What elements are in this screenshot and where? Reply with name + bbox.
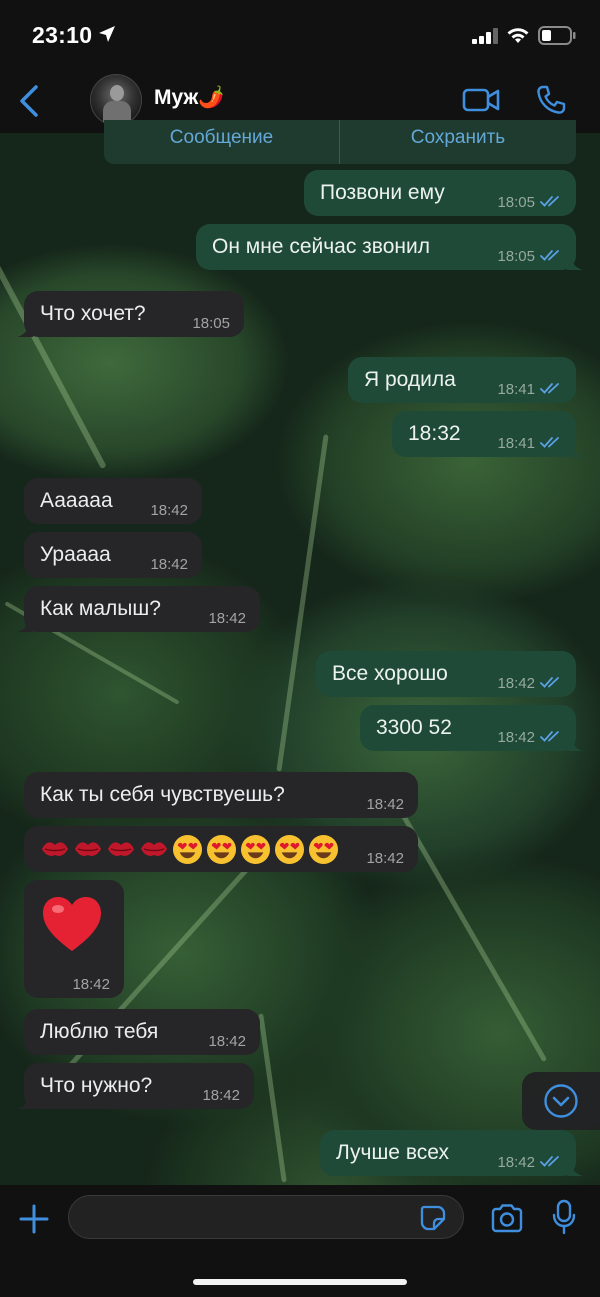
read-ticks-icon [540,250,559,261]
read-ticks-icon [540,1156,559,1167]
bubble-tail [567,441,583,457]
message-time: 18:05 [497,194,535,211]
read-ticks-icon [540,677,559,688]
message-text: Он мне сейчас звонил [212,235,430,258]
heart-eyes-icon [274,834,305,864]
message-time: 18:42 [150,556,188,573]
status-bar: 23:10 [0,0,600,70]
message-text: Что нужно? [40,1074,153,1097]
message-time: 18:05 [497,248,535,265]
message-bubble-incoming[interactable]: Как малыш? 18:42 [17,586,260,632]
kiss-mark-icon [75,842,101,856]
read-ticks-icon [540,437,559,448]
phone-call-icon[interactable] [535,84,567,116]
message-action-banner: Сообщение Сохранить [104,120,576,164]
message-bubble-outgoing[interactable]: Все хорошо 18:42 [316,651,576,697]
back-chevron-icon[interactable] [16,84,42,118]
message-time: 18:42 [497,729,535,746]
contact-name[interactable]: Муж🌶️ [154,86,224,110]
kiss-mark-icon [108,842,134,856]
scroll-down-icon [544,1084,578,1118]
message-time: 18:42 [497,1154,535,1171]
message-text: Лучше всех [336,1141,449,1164]
message-bubble-outgoing[interactable]: Я родила 18:41 [348,357,576,403]
read-ticks-icon [540,731,559,742]
message-time: 18:42 [72,976,110,993]
message-time: 18:42 [208,610,246,627]
wifi-icon [507,28,529,43]
read-ticks-icon [540,196,559,207]
banner-save-button[interactable]: Сохранить [340,120,576,164]
read-ticks-icon [540,383,559,394]
message-time: 18:05 [192,315,230,332]
heart-eyes-icon [172,834,203,864]
message-time: 18:42 [202,1087,240,1104]
message-time: 18:42 [497,675,535,692]
kiss-mark-icon [141,842,167,856]
message-text: Люблю тебя [40,1020,159,1043]
kiss-mark-icon [42,842,68,856]
message-bubble-incoming[interactable]: 18:42 [24,880,124,998]
message-bubble-incoming[interactable]: Что хочет? 18:05 [17,291,244,337]
bubble-tail [567,1160,583,1176]
message-time: 18:42 [366,796,404,813]
message-bubble-outgoing[interactable]: 18:32 18:41 [392,411,583,457]
message-time: 18:41 [497,435,535,452]
message-time: 18:42 [366,850,404,867]
heart-eyes-icon [308,834,339,864]
banner-message-button[interactable]: Сообщение [104,120,340,164]
message-text: Ураааа [40,543,111,566]
message-bubble-incoming[interactable]: Аааааа 18:42 [24,478,202,524]
battery-icon [538,26,576,45]
message-input[interactable] [68,1195,464,1239]
message-text: Все хорошо [332,662,448,685]
red-heart-icon [43,897,101,951]
avatar[interactable] [90,74,142,126]
video-call-icon[interactable] [462,86,500,114]
status-time: 23:10 [32,22,93,48]
bubble-tail [17,1093,33,1109]
message-text: Позвони ему [320,181,445,204]
message-bubble-incoming[interactable]: 18:42 [24,826,418,872]
message-text: Как ты себя чувствуешь? [40,783,285,806]
heart-eyes-icon [240,834,271,864]
bubble-tail [17,616,33,632]
message-text: 18:32 [408,422,461,445]
message-bubble-outgoing[interactable]: 3300 52 18:42 [360,705,583,751]
message-time: 18:42 [208,1033,246,1050]
message-text: Аааааа [40,489,113,512]
message-time: 18:42 [150,502,188,519]
sticker-icon[interactable] [420,1205,446,1231]
bubble-tail [567,254,583,270]
message-time: 18:41 [497,381,535,398]
scroll-to-bottom-button[interactable] [522,1072,600,1130]
location-arrow-icon [99,26,115,42]
home-indicator[interactable] [193,1279,407,1285]
bubble-tail [567,735,583,751]
message-bubble-outgoing[interactable]: Лучше всех 18:42 [320,1130,583,1176]
message-bubble-incoming[interactable]: Что нужно? 18:42 [17,1063,254,1109]
message-bubble-incoming[interactable]: Люблю тебя 18:42 [24,1009,260,1055]
bubble-tail [17,321,33,337]
message-text: 3300 52 [376,716,452,739]
heart-eyes-icon [206,834,237,864]
message-text: Что хочет? [40,302,146,325]
message-bubble-outgoing[interactable]: Он мне сейчас звонил 18:05 [196,224,583,270]
message-text: Как малыш? [40,597,161,620]
microphone-icon[interactable] [552,1199,576,1235]
camera-icon[interactable] [490,1203,524,1233]
message-composer [0,1185,600,1297]
message-bubble-incoming[interactable]: Ураааа 18:42 [24,532,202,578]
message-text: Я родила [364,368,456,391]
signal-icon [472,28,498,44]
plus-icon[interactable] [18,1203,50,1235]
emoji-sequence [40,826,339,872]
message-bubble-outgoing[interactable]: Позвони ему 18:05 [304,170,576,216]
message-bubble-incoming[interactable]: Как ты себя чувствуешь? 18:42 [24,772,418,818]
